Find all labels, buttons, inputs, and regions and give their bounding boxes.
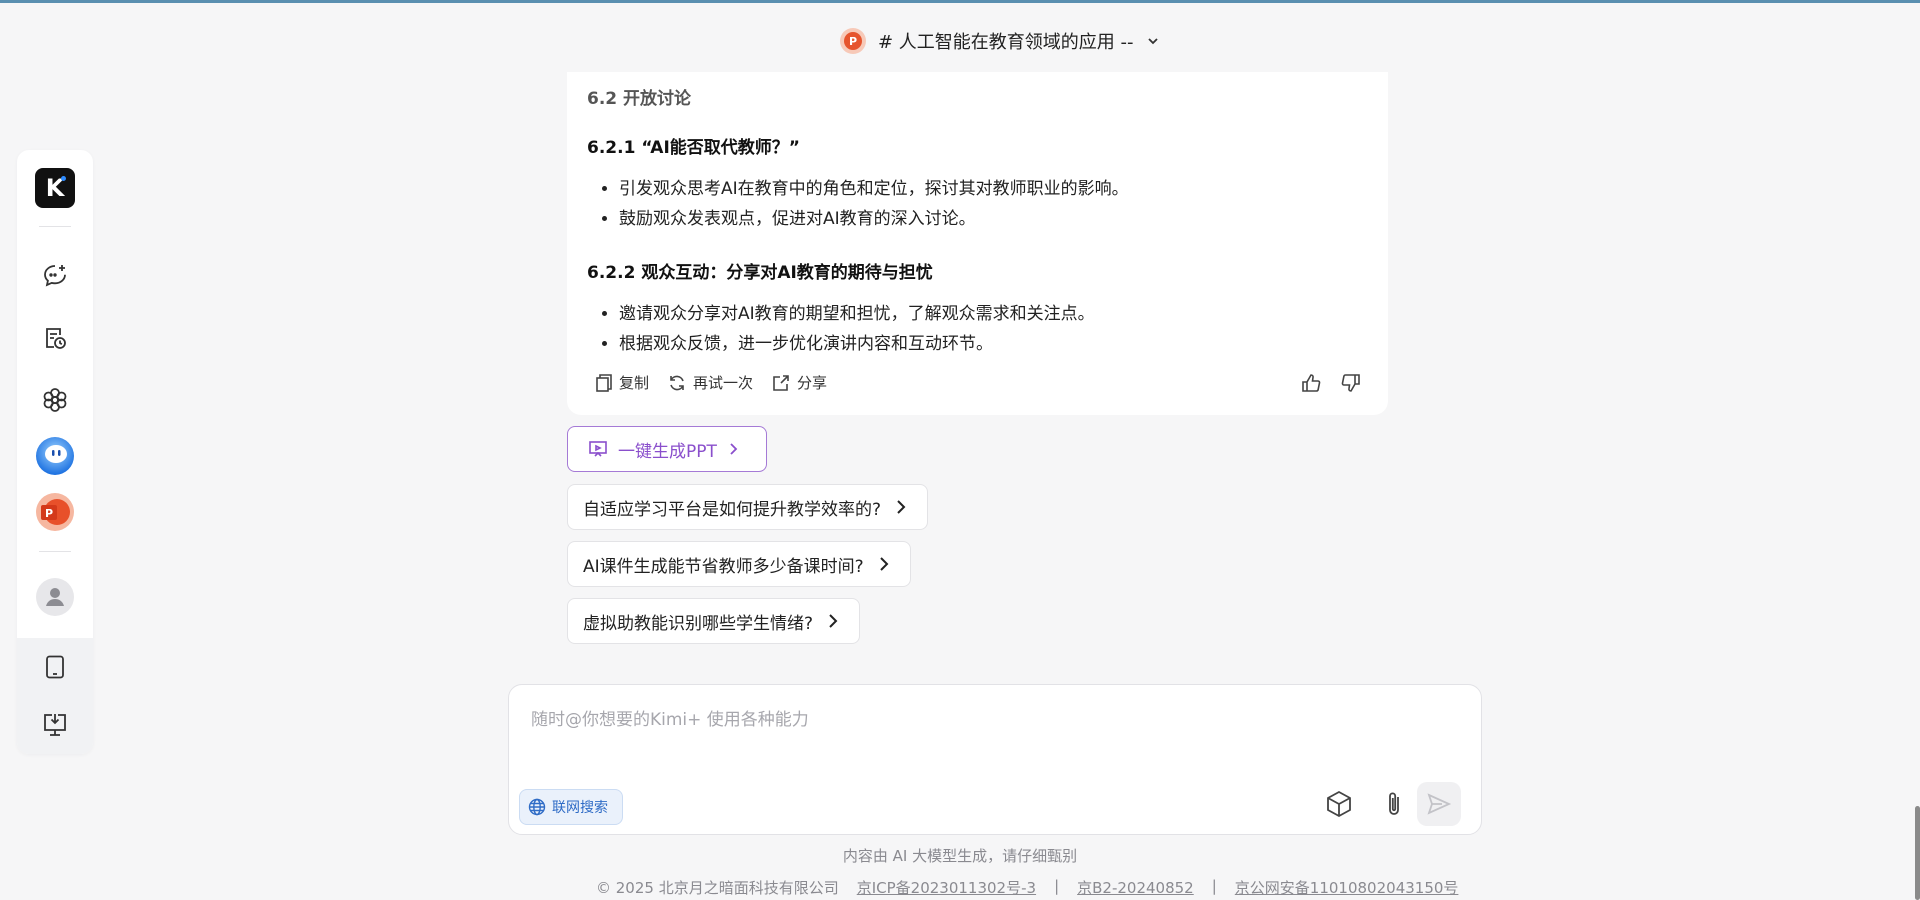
model-cube-button[interactable] <box>1317 782 1361 826</box>
retry-label: 再试一次 <box>693 374 754 392</box>
share-label: 分享 <box>797 374 828 392</box>
list-item: 引发观众思考AI在教育中的角色和定位，探讨其对教师职业的影响。 <box>619 174 1129 204</box>
ai-disclaimer: 内容由 AI 大模型生成，请仔细甄别 <box>842 847 1078 865</box>
globe-icon <box>528 798 546 816</box>
suggestion-chip[interactable]: AI课件生成能节省教师多少备课时间? <box>567 541 911 587</box>
new-chat-icon <box>44 265 66 287</box>
retry-button[interactable]: 再试一次 <box>667 372 753 393</box>
copyright-text: © 2025 北京月之暗面科技有限公司 <box>596 879 839 897</box>
police-record-link[interactable]: 京公网安备11010802043150号 <box>1235 877 1459 898</box>
b2-license-link[interactable]: 京B2-20240852 <box>1077 877 1194 898</box>
blue-bot-icon <box>36 437 74 475</box>
subsection-heading-1: 6.2.1 “AI能否取代教师？” <box>587 138 800 158</box>
list-item: 鼓励观众发表观点，促进对AI教育的深入讨论。 <box>619 204 1129 234</box>
suggestion-chip[interactable]: 自适应学习平台是如何提升教学效率的? <box>567 484 929 530</box>
footer-separator: | <box>1211 877 1217 895</box>
sidebar: K P <box>17 150 93 754</box>
page-scrollbar[interactable] <box>1915 806 1920 900</box>
sidebar-item-history[interactable] <box>17 318 93 358</box>
chevron-right-icon <box>730 443 738 455</box>
suggestion-chip[interactable]: 虚拟助教能识别哪些学生情绪? <box>567 598 861 644</box>
thumbs-down-icon[interactable] <box>1340 372 1362 394</box>
desktop-download-icon <box>44 714 66 736</box>
thumbs-up-icon[interactable] <box>1300 372 1322 394</box>
chat-header[interactable]: P # 人工智能在教育领域的应用 -- <box>840 24 1160 58</box>
send-button[interactable] <box>1417 782 1461 826</box>
sidebar-item-desktop-download[interactable] <box>17 705 93 745</box>
kimi-logo: K <box>35 168 75 208</box>
ppt-badge-icon: P <box>840 28 866 54</box>
logo-dot <box>61 176 66 181</box>
suggestion-text: 虚拟助教能识别哪些学生情绪? <box>583 613 814 634</box>
footer: © 2025 北京月之暗面科技有限公司 京ICP备2023011302号-3 |… <box>596 877 1458 898</box>
message-composer: 联网搜索 <box>508 684 1482 835</box>
sidebar-logo[interactable]: K <box>17 168 93 208</box>
sidebar-item-mobile-app[interactable] <box>17 647 93 687</box>
svg-text:P: P <box>45 507 53 520</box>
sidebar-item-ppt[interactable]: P <box>17 492 93 532</box>
refresh-icon <box>670 375 684 390</box>
subsection-heading-2: 6.2.2 观众互动：分享对AI教育的期待与担忧 <box>587 263 933 283</box>
message-actions: 复制 再试一次 分享 <box>595 372 827 393</box>
suggestion-text: AI课件生成能节省教师多少备课时间? <box>583 556 864 577</box>
share-button[interactable]: 分享 <box>771 372 827 393</box>
sidebar-item-assistant[interactable] <box>17 436 93 476</box>
sidebar-divider <box>39 551 71 552</box>
sidebar-item-new-chat[interactable] <box>17 256 93 296</box>
history-icon <box>46 328 66 349</box>
cube-icon <box>1327 790 1351 818</box>
copy-label: 复制 <box>619 374 650 392</box>
section-heading: 6.2 开放讨论 <box>587 89 692 109</box>
chat-title: # 人工智能在教育领域的应用 -- <box>878 32 1134 53</box>
ppt-assistant-icon: P <box>36 493 74 531</box>
tablet-icon <box>46 655 64 679</box>
chevron-down-icon[interactable] <box>1146 34 1160 48</box>
sidebar-divider <box>39 226 71 227</box>
send-icon <box>1427 793 1452 815</box>
suggestion-text: 自适应学习平台是如何提升教学效率的? <box>583 499 882 520</box>
paperclip-icon <box>1389 792 1399 815</box>
assistant-message: 6.2 开放讨论 6.2.1 “AI能否取代教师？” 引发观众思考AI在教育中的… <box>567 72 1388 415</box>
list-item: 根据观众反馈，进一步优化演讲内容和互动环节。 <box>619 329 1095 359</box>
copy-button[interactable]: 复制 <box>595 372 649 393</box>
footer-separator: | <box>1054 877 1060 895</box>
chevron-right-icon <box>829 614 838 628</box>
generate-ppt-label: 一键生成PPT <box>618 441 717 462</box>
feedback-buttons <box>1300 372 1362 394</box>
list-item: 邀请观众分享对AI教育的期望和担忧，了解观众需求和关注点。 <box>619 299 1095 329</box>
chevron-right-icon <box>897 500 906 514</box>
attach-button[interactable] <box>1372 782 1416 826</box>
top-accent-line <box>0 0 1920 3</box>
web-search-label: 联网搜索 <box>552 800 608 816</box>
share-icon <box>773 374 789 391</box>
generate-ppt-button[interactable]: 一键生成PPT <box>567 426 767 472</box>
copy-icon <box>596 373 612 392</box>
avatar-icon <box>36 578 74 616</box>
bullet-list-2: 邀请观众分享对AI教育的期望和担忧，了解观众需求和关注点。 根据观众反馈，进一步… <box>587 299 1095 359</box>
flower-apps-icon <box>43 388 67 412</box>
sidebar-item-kimi-plus[interactable] <box>17 380 93 420</box>
chevron-right-icon <box>879 557 889 571</box>
chat-input[interactable] <box>529 705 1433 735</box>
bullet-list-1: 引发观众思考AI在教育中的角色和定位，探讨其对教师职业的影响。 鼓励观众发表观点… <box>587 174 1129 234</box>
presentation-icon <box>589 441 607 457</box>
ppt-badge-letter: P <box>844 32 862 50</box>
icp-link[interactable]: 京ICP备2023011302号-3 <box>857 877 1036 898</box>
web-search-toggle[interactable]: 联网搜索 <box>519 789 623 825</box>
sidebar-item-account[interactable] <box>17 577 93 617</box>
